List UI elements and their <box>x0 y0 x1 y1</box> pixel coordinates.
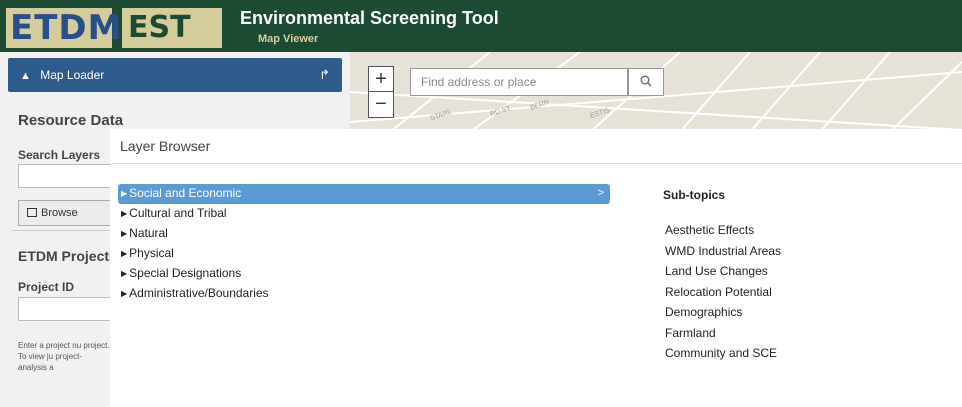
topic-label: Physical <box>129 246 174 260</box>
divider <box>12 230 112 231</box>
caret-right-icon: ▶ <box>121 289 128 298</box>
search-button[interactable] <box>628 68 664 96</box>
search-icon <box>640 75 652 87</box>
topic-social-economic[interactable]: ▶ Social and Economic > <box>118 184 610 204</box>
dialog-title: Layer Browser <box>120 138 211 154</box>
topic-special-designations[interactable]: ▶ Special Designations <box>118 264 610 284</box>
zoom-out-button[interactable]: − <box>369 92 393 117</box>
etdm-projects-heading: ETDM Projects <box>18 248 117 264</box>
subtopic-item[interactable]: Aesthetic Effects <box>665 221 781 242</box>
address-search-input[interactable]: Find address or place <box>410 68 628 96</box>
chevron-up-icon: ▲ <box>20 70 31 82</box>
layer-browser-dialog: Layer Browser ▶ Social and Economic > ▶ Cu… <box>110 129 962 407</box>
app-subtitle: Map Viewer <box>258 33 319 45</box>
app-header: ETDM EST Environmental Screening Tool Ma… <box>0 0 962 52</box>
resource-data-heading: Resource Data <box>18 112 124 129</box>
map-view[interactable]: STARL RD ST BERR ESTIS + − Find address … <box>350 52 962 132</box>
topic-label: Administrative/Boundaries <box>129 286 269 300</box>
caret-right-icon: ▶ <box>121 269 128 278</box>
map-loader-bar[interactable]: ▲ Map Loader ↱ <box>8 58 342 92</box>
app-title: Environmental Screening Tool <box>240 8 499 28</box>
topic-administrative-boundaries[interactable]: ▶ Administrative/Boundaries <box>118 284 610 304</box>
dialog-header: Layer Browser <box>110 129 962 164</box>
topic-natural[interactable]: ▶ Natural <box>118 224 610 244</box>
topic-label: Cultural and Tribal <box>129 206 227 220</box>
topic-arrow: > <box>597 187 604 199</box>
etdm-logo[interactable]: ETDM <box>6 8 121 48</box>
subtopic-item[interactable]: Demographics <box>665 303 781 324</box>
project-hint-text: Enter a project nu project. To view ju p… <box>18 341 110 372</box>
subtopic-list: Aesthetic Effects WMD Industrial Areas L… <box>665 221 781 365</box>
browse-button[interactable]: Browse <box>18 200 113 226</box>
subtopic-item[interactable]: Relocation Potential <box>665 283 781 304</box>
subtopic-item[interactable]: Farmland <box>665 324 781 345</box>
caret-right-icon: ▶ <box>121 189 128 198</box>
zoom-in-button[interactable]: + <box>369 67 393 92</box>
topic-label: Special Designations <box>129 266 242 280</box>
search-layers-input[interactable] <box>18 164 113 188</box>
caret-right-icon: ▶ <box>121 229 128 238</box>
topic-physical[interactable]: ▶ Physical <box>118 244 610 264</box>
caret-right-icon: ▶ <box>121 249 128 258</box>
zoom-control: + − <box>368 66 394 118</box>
browse-label: Browse <box>41 207 78 219</box>
map-loader-label: Map Loader <box>40 68 105 82</box>
search-layers-label: Search Layers <box>18 148 101 162</box>
caret-right-icon: ▶ <box>121 209 128 218</box>
project-id-input[interactable] <box>18 297 113 321</box>
share-icon[interactable]: ↱ <box>319 58 330 92</box>
subtopic-item[interactable]: Land Use Changes <box>665 262 781 283</box>
project-id-label: Project ID <box>18 280 75 294</box>
topic-cultural-tribal[interactable]: ▶ Cultural and Tribal <box>118 204 610 224</box>
topic-label: Natural <box>129 226 168 240</box>
topic-label: Social and Economic <box>129 186 242 200</box>
table-icon <box>27 208 37 217</box>
subtopics-heading: Sub-topics <box>663 188 725 202</box>
topic-list: ▶ Social and Economic > ▶ Cultural and Tri… <box>118 184 610 304</box>
subtopic-item[interactable]: WMD Industrial Areas <box>665 242 781 263</box>
est-logo[interactable]: EST <box>122 8 222 48</box>
subtopic-item[interactable]: Community and SCE <box>665 344 781 365</box>
